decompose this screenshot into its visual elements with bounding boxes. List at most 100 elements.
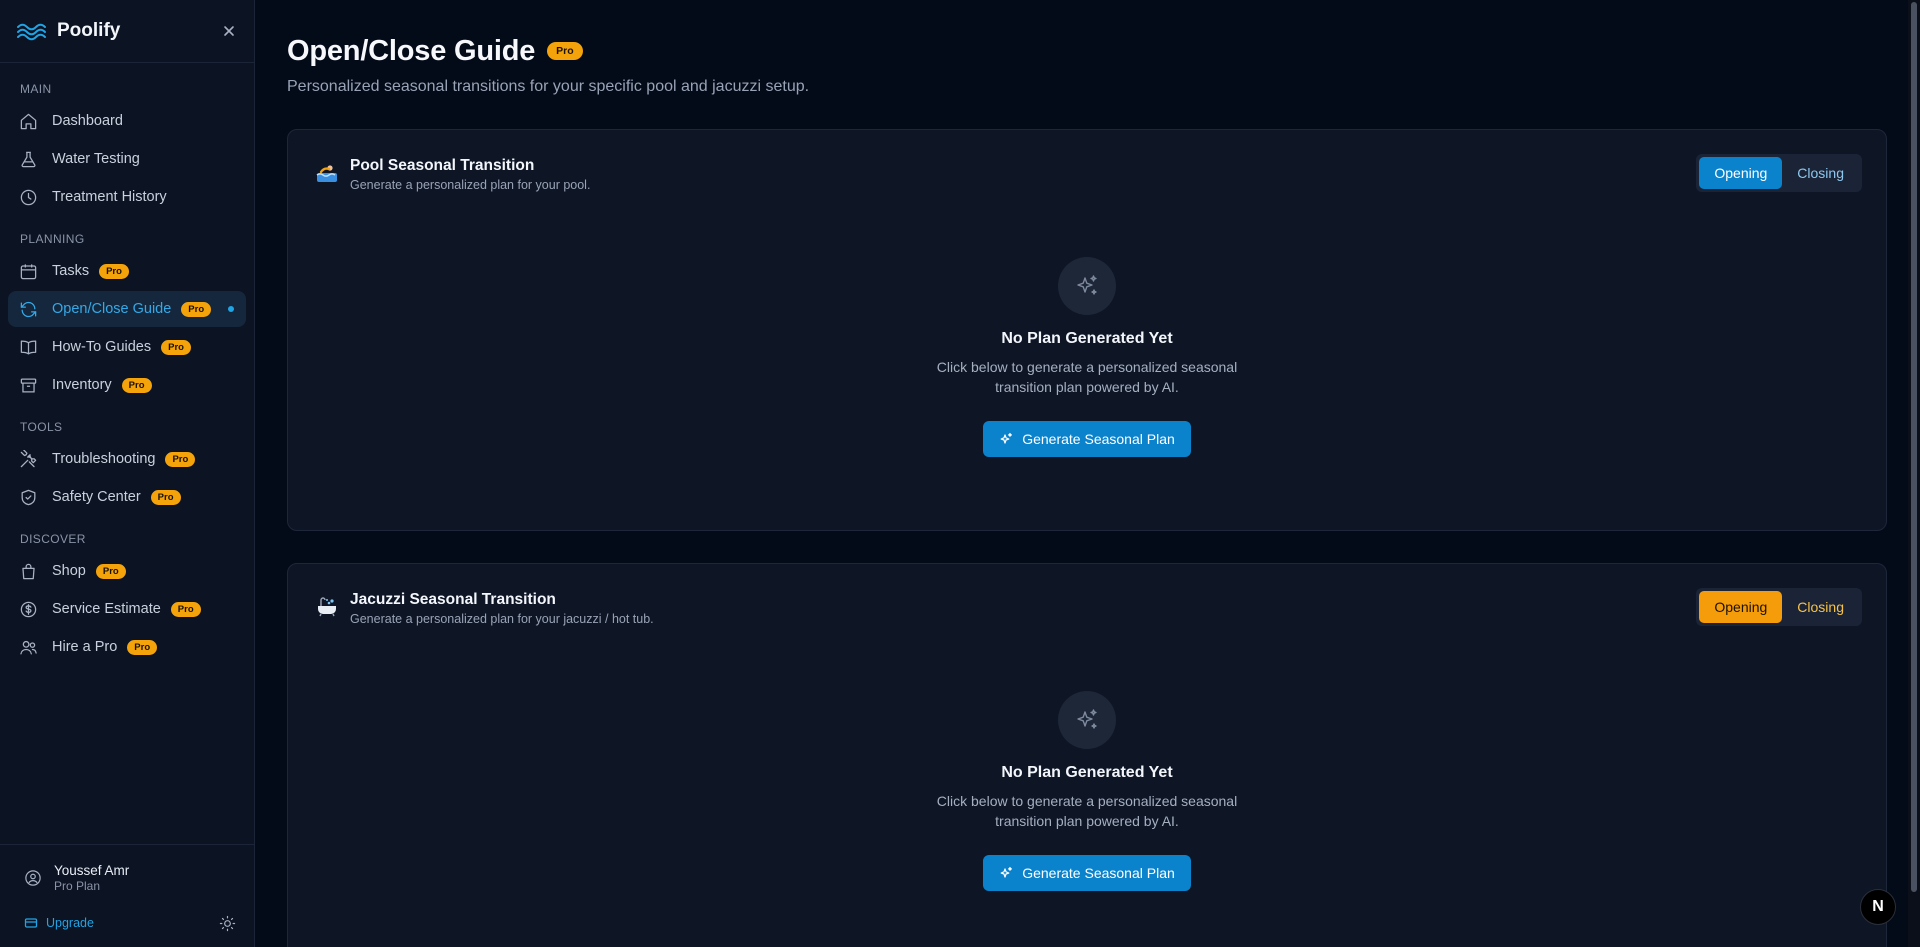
dollar-icon (20, 601, 37, 617)
sparkles-icon (1000, 432, 1013, 444)
generate-plan-button[interactable]: Generate Seasonal Plan (983, 421, 1191, 457)
sparkles-icon (1077, 709, 1097, 729)
sidebar-item-hire-a-pro[interactable]: Hire a Pro Pro (8, 629, 246, 665)
card-subtitle: Generate a personalized plan for your po… (350, 178, 591, 192)
scrollbar-thumb[interactable] (1911, 2, 1917, 892)
sidebar-item-label: Hire a Pro (52, 639, 118, 655)
sidebar-item-tasks[interactable]: Tasks Pro (8, 253, 246, 289)
pro-badge: Pro (165, 451, 196, 467)
waves-logo-icon (17, 23, 46, 41)
user-panel: Youssef Amr Pro Plan Upgrade (0, 844, 254, 947)
page-header: Open/Close Guide Pro (287, 32, 1894, 70)
pro-badge: Pro (121, 377, 152, 393)
season-toggle: Opening Closing (1696, 154, 1862, 192)
user-plan: Pro Plan (54, 878, 101, 893)
nav-section-main: MAIN Dashboard Water Testing Treatment H… (8, 81, 246, 215)
sidebar-item-shop[interactable]: Shop Pro (8, 553, 246, 589)
empty-description: Click below to generate a personalized s… (936, 793, 1238, 829)
tools-icon (20, 449, 37, 467)
pro-badge: Pro (95, 563, 126, 579)
pro-badge: Pro (99, 263, 129, 279)
bathtub-icon (318, 597, 336, 617)
upgrade-label: Upgrade (46, 916, 94, 930)
shopping-bag-icon (22, 563, 35, 579)
empty-title: No Plan Generated Yet (1001, 764, 1173, 781)
empty-state: No Plan Generated Yet Click below to gen… (288, 257, 1886, 457)
refresh-icon (20, 301, 37, 317)
sidebar-item-label: Treatment History (52, 189, 167, 205)
sidebar-item-inventory[interactable]: Inventory Pro (8, 367, 246, 403)
upgrade-link[interactable]: Upgrade (24, 916, 94, 930)
pro-badge: Pro (161, 339, 191, 355)
main-content: Open/Close Guide Pro Personalized season… (255, 0, 1920, 947)
sidebar-item-water-testing[interactable]: Water Testing (8, 141, 246, 177)
opening-toggle[interactable]: Opening (1699, 591, 1783, 623)
opening-toggle[interactable]: Opening (1699, 157, 1783, 189)
swimmer-icon (316, 165, 337, 182)
sidebar-item-label: Inventory (52, 377, 112, 393)
brand-header: Poolify (0, 0, 254, 63)
home-icon (20, 113, 37, 129)
empty-state: No Plan Generated Yet Click below to gen… (288, 691, 1886, 891)
pro-badge: Pro (170, 601, 201, 617)
card-subtitle: Generate a personalized plan for your ja… (350, 612, 654, 626)
sidebar-item-safety-center[interactable]: Safety Center Pro (8, 479, 246, 515)
sidebar: Poolify MAIN Dashboard Water Testing Tre… (0, 0, 255, 947)
page-title: Open/Close Guide (287, 34, 536, 67)
card-header: Pool Seasonal Transition Generate a pers… (288, 130, 1886, 205)
users-icon (20, 640, 37, 654)
sidebar-item-service-estimate[interactable]: Service Estimate Pro (8, 591, 246, 627)
pro-badge: Pro (150, 489, 181, 505)
card-title: Jacuzzi Seasonal Transition (350, 591, 556, 608)
closing-toggle[interactable]: Closing (1782, 157, 1859, 189)
section-label: TOOLS (20, 420, 63, 434)
sidebar-item-label: Water Testing (52, 151, 140, 167)
sidebar-footer: Upgrade (24, 905, 236, 947)
sidebar-item-dashboard[interactable]: Dashboard (8, 103, 246, 139)
scrollbar[interactable] (1908, 0, 1920, 947)
close-icon[interactable] (222, 24, 236, 38)
sidebar-item-label: Service Estimate (52, 601, 161, 617)
closing-toggle[interactable]: Closing (1782, 591, 1859, 623)
card-heading: Jacuzzi Seasonal Transition Generate a p… (350, 590, 654, 628)
credit-card-icon (24, 918, 38, 928)
sidebar-item-label: Safety Center (52, 489, 141, 505)
pro-badge: Pro (181, 301, 212, 317)
pool-transition-card: Pool Seasonal Transition Generate a pers… (287, 129, 1887, 531)
sidebar-nav: MAIN Dashboard Water Testing Treatment H… (0, 63, 254, 665)
sidebar-item-troubleshooting[interactable]: Troubleshooting Pro (8, 441, 246, 477)
sidebar-item-treatment-history[interactable]: Treatment History (8, 179, 246, 215)
nav-section-tools: TOOLS Troubleshooting Pro Safety Center … (8, 419, 246, 515)
flask-icon (21, 151, 36, 167)
card-header: Jacuzzi Seasonal Transition Generate a p… (288, 564, 1886, 639)
shield-icon (21, 489, 36, 505)
generate-plan-label: Generate Seasonal Plan (1022, 865, 1175, 881)
nav-section-discover: DISCOVER Shop Pro Service Estimate Pro H… (8, 531, 246, 665)
nextjs-dev-badge[interactable]: N (1860, 889, 1896, 925)
generate-plan-button[interactable]: Generate Seasonal Plan (983, 855, 1191, 891)
season-toggle: Opening Closing (1696, 588, 1862, 626)
empty-icon-wrap (1058, 257, 1116, 315)
section-label: DISCOVER (20, 532, 86, 546)
empty-title: No Plan Generated Yet (1001, 330, 1173, 347)
card-heading: Pool Seasonal Transition Generate a pers… (350, 156, 590, 194)
generate-plan-label: Generate Seasonal Plan (1022, 431, 1175, 447)
sidebar-item-label: Open/Close Guide (52, 301, 172, 317)
sidebar-item-label: How-To Guides (52, 339, 152, 355)
sun-icon[interactable] (219, 915, 236, 932)
pro-badge: Pro (547, 42, 583, 60)
page-subtitle: Personalized seasonal transitions for yo… (287, 78, 810, 95)
user-circle-icon (25, 870, 41, 886)
book-icon (20, 340, 37, 354)
sidebar-item-open-close-guide[interactable]: Open/Close Guide Pro (8, 291, 246, 327)
sidebar-item-how-to-guides[interactable]: How-To Guides Pro (8, 329, 246, 365)
sparkles-icon (1077, 275, 1097, 295)
sidebar-item-label: Tasks (52, 263, 90, 279)
sidebar-item-label: Troubleshooting (52, 451, 156, 467)
sparkles-icon (1000, 866, 1013, 878)
user-profile[interactable]: Youssef Amr Pro Plan (24, 845, 236, 905)
clock-icon (20, 189, 37, 205)
user-info: Youssef Amr Pro Plan (54, 863, 129, 894)
section-label: MAIN (20, 82, 52, 96)
sidebar-item-label: Dashboard (52, 113, 123, 129)
